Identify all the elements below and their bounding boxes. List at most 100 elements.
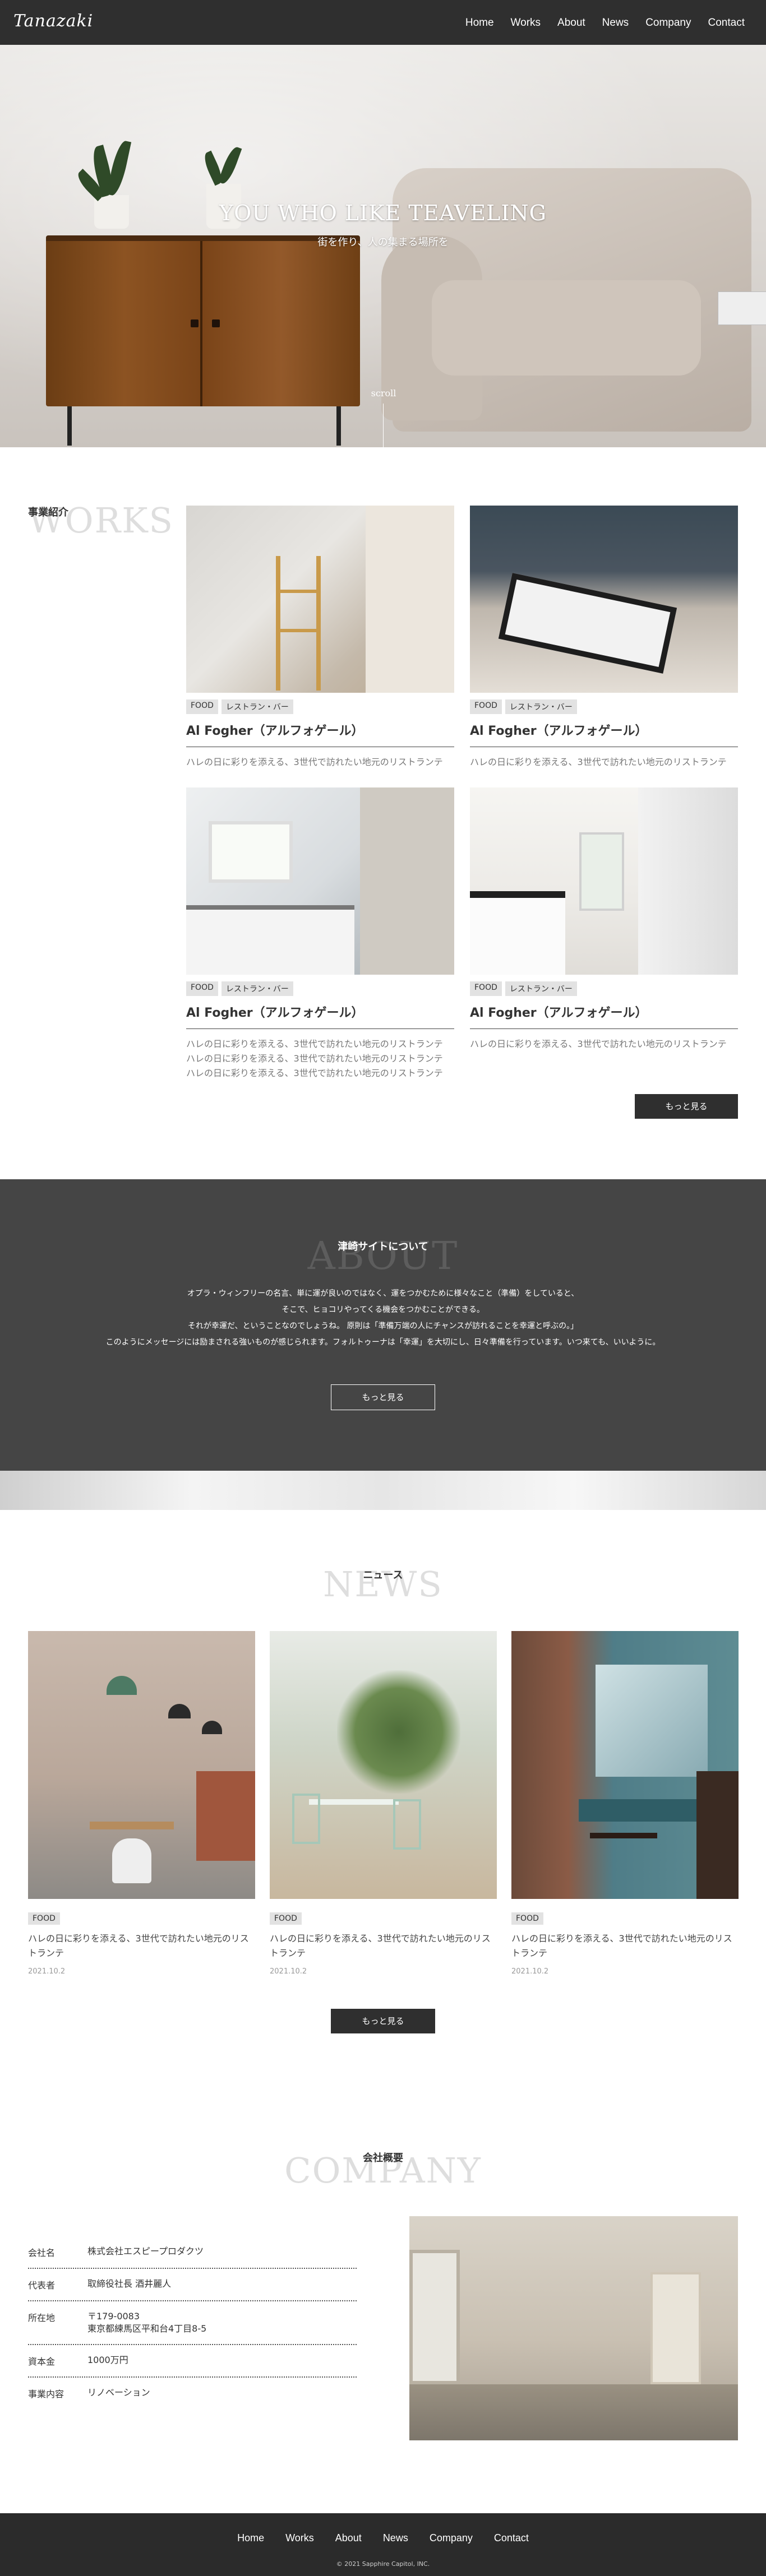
- table-top: [90, 1822, 174, 1829]
- cafe-chair: [292, 1794, 320, 1844]
- company-info-table: 会社名 株式会社エスピープロダクツ 代表者 取締役社長 酒井麗人 所在地 〒17…: [28, 2236, 357, 2409]
- book-stack: [718, 291, 766, 325]
- footer-nav-works[interactable]: Works: [285, 2532, 314, 2544]
- news-card-tags: FOOD: [28, 1912, 255, 1925]
- tag-food[interactable]: FOOD: [470, 981, 502, 996]
- kitchen-wall-cabinets: [638, 787, 738, 975]
- site-logo[interactable]: Tanazaki: [13, 11, 93, 31]
- cafe-chair: [393, 1799, 421, 1850]
- news-card[interactable]: FOOD ハレの日に彩りを添える、3世代で訪れたい地元のリストランテ 2021.…: [511, 1631, 739, 1976]
- tag-food[interactable]: FOOD: [470, 699, 502, 714]
- scroll-indicator-line: [383, 404, 384, 447]
- works-card-tags: FOOD レストラン・バー: [470, 981, 738, 996]
- tag-restaurant-bar[interactable]: レストラン・バー: [505, 981, 577, 996]
- footer-nav-about[interactable]: About: [335, 2532, 362, 2544]
- company-row-value: リノベーション: [87, 2387, 150, 2399]
- cabinet-knob: [191, 319, 199, 327]
- nav-contact[interactable]: Contact: [708, 17, 745, 29]
- page: Tanazaki Home Works About News Company C…: [0, 0, 766, 2576]
- works-card-desc-line: ハレの日に彩りを添える、3世代で訪れたい地元のリストランテ: [186, 1068, 443, 1078]
- company-image: [409, 2216, 738, 2440]
- works-card-title[interactable]: Al Fogher（アルフォゲール）: [186, 721, 454, 747]
- tag-restaurant-bar[interactable]: レストラン・バー: [221, 981, 293, 996]
- company-row-value-line: 東京都練馬区平和台4丁目8-5: [87, 2323, 207, 2334]
- works-card[interactable]: FOOD レストラン・バー Al Fogher（アルフォゲール） ハレの日に彩り…: [186, 506, 454, 770]
- news-card-tags: FOOD: [511, 1912, 739, 1925]
- plant-foliage: [337, 1670, 460, 1794]
- about-heading: 津崎サイトについて: [338, 1241, 428, 1253]
- hero-subtitle: 街を作り、人の集まる場所を: [317, 237, 449, 248]
- works-card[interactable]: FOOD レストラン・バー Al Fogher（アルフォゲール） ハレの日に彩り…: [470, 787, 738, 1051]
- nav-news[interactable]: News: [602, 17, 629, 29]
- company-row-key: 代表者: [28, 2280, 56, 2291]
- nav-about[interactable]: About: [557, 17, 585, 29]
- company-row: 資本金 1000万円: [28, 2345, 357, 2378]
- tag-food[interactable]: FOOD: [28, 1912, 60, 1925]
- about-more-button[interactable]: もっと見る: [331, 1384, 435, 1410]
- company-row: 代表者 取締役社長 酒井麗人: [28, 2269, 357, 2301]
- works-card-tags: FOOD レストラン・バー: [186, 981, 454, 996]
- works-card-desc-line: ハレの日に彩りを添える、3世代で訪れたい地元のリストランテ: [186, 1053, 443, 1064]
- bistro-table: [590, 1833, 657, 1838]
- news-more-button[interactable]: もっと見る: [331, 2009, 435, 2033]
- pendant-lamp: [168, 1704, 191, 1718]
- footer-nav-news[interactable]: News: [383, 2532, 408, 2544]
- tag-food[interactable]: FOOD: [270, 1912, 302, 1925]
- pendant-lamp: [107, 1676, 137, 1695]
- news-card-desc[interactable]: ハレの日に彩りを添える、3世代で訪れたい地元のリストランテ: [28, 1931, 255, 1961]
- works-heading: 事業紹介: [28, 507, 68, 518]
- news-card[interactable]: FOOD ハレの日に彩りを添える、3世代で訪れたい地元のリストランテ 2021.…: [270, 1631, 497, 1976]
- company-row-value-line: 株式会社エスピープロダクツ: [87, 2246, 204, 2257]
- company-row-value-line: 取締役社長 酒井麗人: [87, 2278, 172, 2289]
- works-card-desc: ハレの日に彩りを添える、3世代で訪れたい地元のリストランテ ハレの日に彩りを添え…: [186, 1037, 454, 1081]
- tag-food[interactable]: FOOD: [186, 981, 218, 996]
- tag-restaurant-bar[interactable]: レストラン・バー: [221, 699, 293, 714]
- scroll-indicator-label[interactable]: scroll: [370, 388, 397, 399]
- works-more-button[interactable]: もっと見る: [635, 1094, 738, 1119]
- copyright: © 2021 Sapphire Capitol, INC.: [336, 2560, 430, 2568]
- hall-window: [579, 832, 624, 911]
- decorative-image-band: [0, 1471, 766, 1510]
- footer-nav-contact[interactable]: Contact: [494, 2532, 529, 2544]
- company-row-value-line: リノベーション: [87, 2387, 150, 2398]
- news-card-image: [28, 1631, 255, 1899]
- works-card-title[interactable]: Al Fogher（アルフォゲール）: [470, 721, 738, 747]
- about-text-line: このようにメッセージには励まされる強いものが感じられます。フォルトゥーナは「幸運…: [105, 1338, 661, 1347]
- company-row-key: 所在地: [28, 2313, 56, 2323]
- tag-food[interactable]: FOOD: [511, 1912, 543, 1925]
- works-card-desc-line: ハレの日に彩りを添える、3世代で訪れたい地元のリストランテ: [186, 757, 443, 767]
- cabinet-leg: [336, 406, 341, 446]
- kitchen-window: [209, 821, 293, 883]
- footer-nav-company[interactable]: Company: [430, 2532, 473, 2544]
- nav-works[interactable]: Works: [511, 17, 541, 29]
- nav-company[interactable]: Company: [645, 17, 691, 29]
- brick-wall: [196, 1771, 255, 1861]
- news-card-desc[interactable]: ハレの日に彩りを添える、3世代で訪れたい地元のリストランテ: [270, 1931, 497, 1961]
- cabinet-divider: [200, 241, 202, 406]
- wall-panel: [366, 506, 454, 693]
- works-card-desc: ハレの日に彩りを添える、3世代で訪れたい地元のリストランテ: [186, 755, 454, 770]
- door-panel: [360, 787, 454, 975]
- works-card-title[interactable]: Al Fogher（アルフォゲール）: [186, 1003, 454, 1029]
- works-card-desc-line: ハレの日に彩りを添える、3世代で訪れたい地元のリストランテ: [470, 757, 727, 767]
- works-card-image: [186, 506, 454, 693]
- works-card-desc: ハレの日に彩りを添える、3世代で訪れたい地元のリストランテ: [470, 1037, 738, 1051]
- works-card-title[interactable]: Al Fogher（アルフォゲール）: [470, 1003, 738, 1029]
- tag-restaurant-bar[interactable]: レストラン・バー: [505, 699, 577, 714]
- nav-home[interactable]: Home: [465, 17, 494, 29]
- company-row-value: 取締役社長 酒井麗人: [87, 2278, 171, 2290]
- room-window: [409, 2250, 460, 2384]
- company-row: 事業内容 リノベーション: [28, 2378, 357, 2409]
- footer-nav-home[interactable]: Home: [237, 2532, 264, 2544]
- company-row-value: 〒179-0083 東京都練馬区平和台4丁目8-5: [87, 2310, 206, 2335]
- works-card[interactable]: FOOD レストラン・バー Al Fogher（アルフォゲール） ハレの日に彩り…: [470, 506, 738, 770]
- news-card-desc[interactable]: ハレの日に彩りを添える、3世代で訪れたい地元のリストランテ: [511, 1931, 739, 1961]
- tag-food[interactable]: FOOD: [186, 699, 218, 714]
- kitchen-island: [470, 891, 565, 975]
- works-card-desc-line: ハレの日に彩りを添える、3世代で訪れたい地元のリストランテ: [186, 1039, 443, 1049]
- cabinet-leg: [67, 406, 72, 446]
- works-card[interactable]: FOOD レストラン・バー Al Fogher（アルフォゲール） ハレの日に彩り…: [186, 787, 454, 1081]
- news-card[interactable]: FOOD ハレの日に彩りを添える、3世代で訪れたい地元のリストランテ 2021.…: [28, 1631, 255, 1976]
- cabinet-knob: [212, 319, 220, 327]
- news-card-tags: FOOD: [270, 1912, 497, 1925]
